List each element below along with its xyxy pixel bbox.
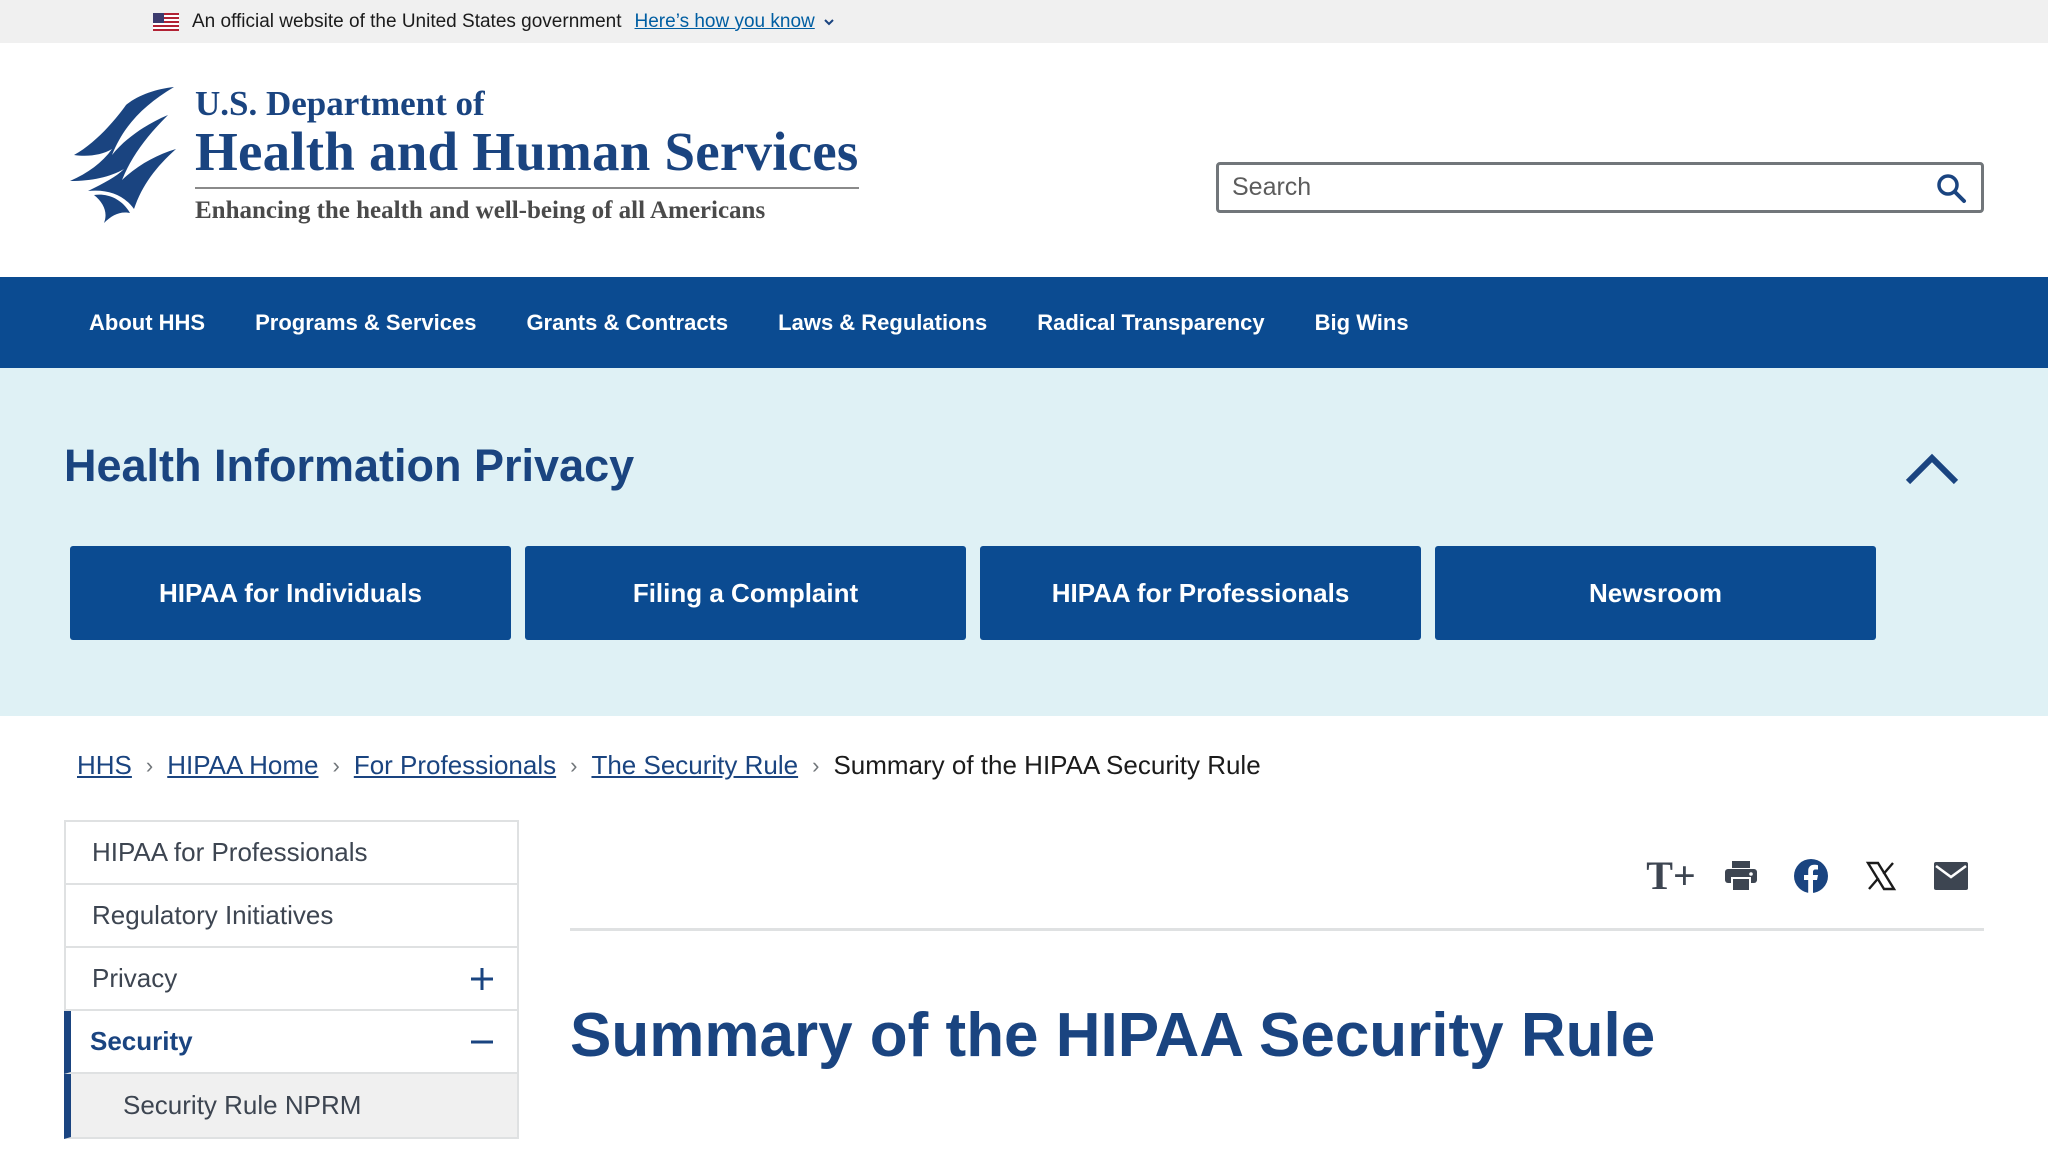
breadcrumb-separator-icon: ›	[332, 752, 340, 778]
sidenav-subitem-security-rule-nprm[interactable]: Security Rule NPRM	[64, 1074, 517, 1139]
section-band: Health Information Privacy HIPAA for Ind…	[0, 368, 2048, 716]
page-title: Summary of the HIPAA Security Rule	[570, 1001, 1656, 1070]
share-divider	[570, 928, 1984, 931]
site-header: U.S. Department of Health and Human Serv…	[0, 43, 2048, 277]
x-icon[interactable]	[1860, 855, 1902, 897]
logo-name: Health and Human Services	[195, 123, 859, 189]
gov-banner-text: An official website of the United States…	[192, 10, 622, 32]
print-icon[interactable]	[1720, 855, 1762, 897]
nav-about-hhs[interactable]: About HHS	[64, 310, 230, 336]
main-nav: About HHS Programs & Services Grants & C…	[0, 277, 2048, 368]
side-nav: HIPAA for Professionals Regulatory Initi…	[64, 820, 519, 1139]
breadcrumb-link[interactable]: For Professionals	[354, 750, 556, 781]
print-glyph	[1725, 861, 1757, 892]
text-size-label: T+	[1646, 853, 1696, 898]
us-flag-icon	[153, 12, 179, 31]
breadcrumb-separator-icon: ›	[570, 752, 578, 778]
x-glyph	[1865, 861, 1897, 891]
minus-icon[interactable]	[469, 1029, 495, 1055]
search-box	[1216, 162, 1984, 213]
tile-hipaa-individuals[interactable]: HIPAA for Individuals	[70, 546, 511, 640]
how-you-know-link[interactable]: Here’s how you know	[635, 11, 835, 33]
tile-filing-complaint[interactable]: Filing a Complaint	[525, 546, 966, 640]
breadcrumb-link[interactable]: The Security Rule	[591, 750, 798, 781]
chevron-up-icon[interactable]	[1904, 448, 1960, 488]
nav-radical-transparency[interactable]: Radical Transparency	[1012, 310, 1289, 336]
logo-dept: U.S. Department of	[195, 84, 485, 123]
breadcrumb-separator-icon: ›	[145, 752, 154, 778]
hhs-logo-link[interactable]: U.S. Department of Health and Human Serv…	[64, 85, 859, 225]
share-tools: T+	[1646, 855, 1972, 897]
breadcrumb-separator-icon: ›	[812, 752, 820, 778]
section-tiles: HIPAA for Individuals Filing a Complaint…	[70, 546, 1876, 640]
email-glyph	[1934, 862, 1968, 890]
sidenav-item-regulatory-initiatives[interactable]: Regulatory Initiatives	[66, 885, 517, 948]
search-icon[interactable]	[1935, 172, 1967, 204]
sidenav-item-privacy[interactable]: Privacy	[66, 948, 517, 1011]
nav-laws-regulations[interactable]: Laws & Regulations	[753, 310, 1012, 336]
sidenav-item-label: Regulatory Initiatives	[92, 900, 334, 930]
breadcrumb-link[interactable]: HIPAA Home	[167, 750, 318, 781]
nav-grants-contracts[interactable]: Grants & Contracts	[501, 310, 753, 336]
logo-tagline: Enhancing the health and well-being of a…	[195, 197, 766, 224]
facebook-icon[interactable]	[1790, 855, 1832, 897]
gov-banner: An official website of the United States…	[0, 0, 2048, 43]
breadcrumb-current: Summary of the HIPAA Security Rule	[833, 750, 1261, 780]
breadcrumb-link[interactable]: HHS	[77, 750, 132, 781]
email-icon[interactable]	[1930, 855, 1972, 897]
breadcrumb: HHS › HIPAA Home › For Professionals › T…	[77, 750, 1261, 781]
nav-programs-services[interactable]: Programs & Services	[230, 310, 501, 336]
sidenav-item-label: Privacy	[92, 963, 178, 993]
section-title: Health Information Privacy	[64, 440, 635, 491]
nav-big-wins[interactable]: Big Wins	[1290, 310, 1434, 336]
how-you-know-label: Here’s how you know	[634, 10, 815, 32]
facebook-glyph	[1794, 859, 1828, 894]
hhs-eagle-logo	[70, 87, 176, 223]
text-size-icon[interactable]: T+	[1646, 855, 1695, 897]
sidenav-item-hipaa-professionals[interactable]: HIPAA for Professionals	[66, 822, 517, 885]
tile-newsroom[interactable]: Newsroom	[1435, 546, 1876, 640]
sidenav-item-label: Security	[90, 1026, 193, 1056]
sidenav-item-label: HIPAA for Professionals	[92, 837, 368, 867]
sidenav-item-security[interactable]: Security	[64, 1011, 517, 1074]
sidenav-subitem-label: Security Rule NPRM	[123, 1090, 362, 1120]
plus-icon[interactable]	[469, 966, 495, 992]
chevron-down-icon	[824, 18, 834, 25]
search-input[interactable]	[1232, 173, 1892, 202]
tile-hipaa-professionals[interactable]: HIPAA for Professionals	[980, 546, 1421, 640]
